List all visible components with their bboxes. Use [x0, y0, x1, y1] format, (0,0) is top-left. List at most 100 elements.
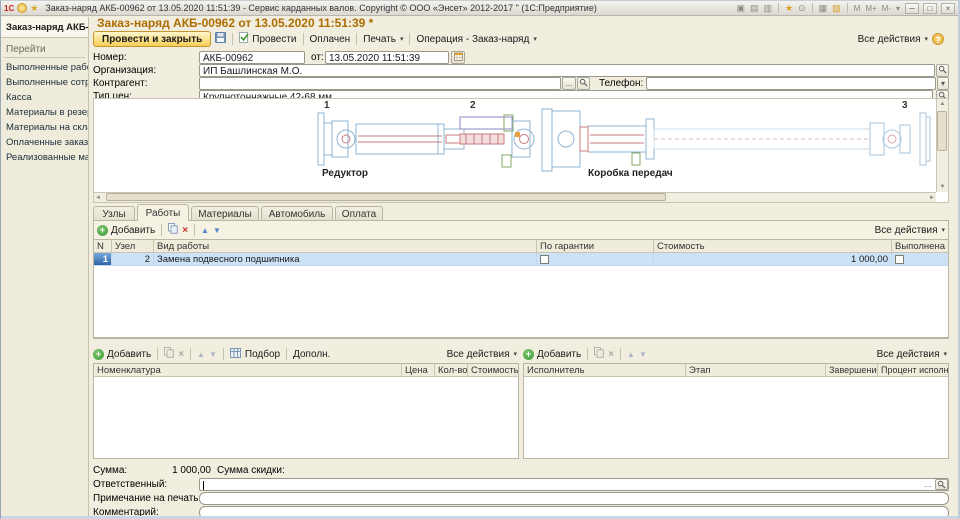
post-button[interactable]: Провести [239, 32, 296, 46]
picture-hscroll-thumb[interactable] [106, 193, 666, 201]
tab-nodes[interactable]: Узлы [93, 206, 135, 221]
tab-materials[interactable]: Материалы [191, 206, 259, 221]
responsible-lookup-button[interactable] [935, 479, 948, 490]
memory-minus-button[interactable]: М- [881, 4, 892, 13]
warranty-cell[interactable] [537, 253, 654, 265]
number-field[interactable]: АКБ-00962 [199, 51, 305, 64]
works-all-actions-button[interactable]: Все действия ▾ [875, 225, 945, 236]
delete-icon[interactable]: × [182, 225, 188, 236]
chevron-down-icon: ▾ [941, 226, 945, 234]
executors-all-actions-label: Все действия [877, 349, 940, 360]
materials-all-actions-button[interactable]: Все действия ▾ [447, 349, 517, 360]
cost-cell[interactable]: 1 000,00 [654, 253, 892, 265]
move-up-icon[interactable]: ▲ [197, 350, 205, 359]
restore-button[interactable]: □ [923, 3, 937, 14]
work-type-cell[interactable]: Замена подвесного подшипника [154, 253, 537, 265]
tab-vehicle[interactable]: Автомобиль [261, 206, 333, 221]
phone-dropdown-button[interactable]: ▾ [937, 77, 949, 90]
add-icon: + [523, 349, 534, 360]
pick-grid-icon[interactable] [230, 348, 241, 361]
move-down-icon[interactable]: ▼ [639, 350, 647, 359]
copy-icon[interactable] [168, 223, 178, 237]
magnifier-icon [938, 65, 947, 77]
row-number-cell[interactable]: 1 [94, 253, 112, 265]
operation-label: Операция - Заказ-наряд [416, 34, 529, 45]
sidebar-window-tab[interactable]: Заказ-наряд АКБ-009... [1, 17, 88, 38]
pick-button[interactable]: Подбор [245, 349, 280, 360]
memory-plus-button[interactable]: М+ [864, 4, 877, 13]
close-button[interactable]: × [941, 3, 955, 14]
paid-button[interactable]: Оплачен [310, 34, 351, 45]
print-note-field[interactable] [199, 492, 949, 505]
sidebar-item-cash[interactable]: Касса [1, 90, 88, 105]
col-header-executor: Исполнитель [524, 364, 686, 376]
done-cell[interactable] [892, 253, 948, 265]
operation-menu-button[interactable]: Операция - Заказ-наряд ▾ [416, 34, 536, 45]
titlebar-more-icon[interactable]: ▾ [895, 4, 901, 13]
warranty-checkbox[interactable] [540, 255, 549, 264]
col-header-nomenclature: Номенклатура [94, 364, 402, 376]
date-picker-button[interactable] [451, 51, 465, 64]
tab-works[interactable]: Работы [137, 204, 189, 221]
copy-icon[interactable] [594, 347, 604, 361]
memory-button[interactable]: М [853, 4, 862, 13]
save-icon[interactable] [215, 32, 226, 46]
sidebar: Заказ-наряд АКБ-009... Перейти Выполненн… [1, 17, 89, 516]
tab-payment[interactable]: Оплата [335, 206, 383, 221]
table-row[interactable]: 1 2 Замена подвесного подшипника 1 000,0… [94, 253, 948, 266]
sidebar-item-reserved-materials[interactable]: Материалы в резерве [1, 105, 88, 120]
responsible-field[interactable] [199, 478, 949, 491]
organization-lookup-button[interactable] [936, 64, 949, 77]
sidebar-item-paid-orders[interactable]: Оплаченные заказ-наряды [1, 135, 88, 150]
sidebar-item-completed-by-employees[interactable]: Выполненные сотрудника... [1, 75, 88, 90]
responsible-choose-button[interactable]: ... [922, 479, 934, 490]
add-favorite-icon[interactable]: ★ [784, 3, 794, 14]
magnifier-icon [937, 480, 946, 492]
extra-button[interactable]: Дополн. [293, 349, 330, 360]
minimize-button[interactable]: ─ [905, 3, 919, 14]
node-cell[interactable]: 2 [112, 253, 154, 265]
save-icon[interactable]: ▣ [735, 3, 746, 14]
print-menu-button[interactable]: Печать ▾ [363, 34, 403, 45]
materials-add-button[interactable]: + Добавить [93, 349, 151, 360]
scroll-down-icon[interactable]: ▼ [940, 183, 946, 191]
phone-field[interactable] [646, 77, 936, 90]
home-button[interactable] [17, 3, 27, 13]
sidebar-item-completed-works[interactable]: Выполненные работы [1, 60, 88, 75]
contragent-field[interactable] [199, 77, 561, 90]
date-field[interactable]: 13.05.2020 11:51:39 [325, 51, 449, 64]
page-title: Заказ-наряд АКБ-00962 от 13.05.2020 11:5… [97, 16, 373, 30]
print-preview-icon[interactable]: ▥ [762, 3, 773, 14]
print-icon[interactable]: ▤ [749, 3, 760, 14]
post-document-icon [239, 32, 249, 46]
contragent-lookup-button[interactable] [577, 77, 590, 90]
help-icon[interactable]: ? [932, 33, 944, 45]
all-actions-button[interactable]: Все действия ▾ [858, 34, 928, 45]
col-header-cost: Стоимость [654, 240, 892, 252]
contragent-choose-button[interactable]: ... [562, 77, 576, 90]
picture-vscroll-thumb[interactable] [937, 111, 947, 151]
driveshaft-picture[interactable]: 1 2 3 [93, 98, 949, 203]
history-icon[interactable]: ⊙ [797, 3, 807, 14]
sidebar-item-sold-materials[interactable]: Реализованные материалы [1, 150, 88, 165]
done-checkbox[interactable] [895, 255, 904, 264]
organization-field[interactable]: ИП Башлинская М.О. [199, 64, 935, 77]
executors-add-button[interactable]: + Добавить [523, 349, 581, 360]
scroll-left-icon[interactable]: ◄ [95, 194, 101, 202]
move-down-icon[interactable]: ▼ [209, 350, 217, 359]
post-and-close-button[interactable]: Провести и закрыть [93, 31, 211, 47]
executors-all-actions-button[interactable]: Все действия ▾ [877, 349, 947, 360]
scroll-up-icon[interactable]: ▲ [940, 100, 946, 108]
move-up-icon[interactable]: ▲ [627, 350, 635, 359]
scroll-right-icon[interactable]: ► [929, 194, 935, 202]
move-up-icon[interactable]: ▲ [201, 226, 209, 235]
works-add-button[interactable]: + Добавить [97, 225, 155, 236]
favorites-star-icon[interactable]: ★ [30, 3, 38, 13]
calculator-icon[interactable]: ▦ [818, 3, 829, 14]
sidebar-item-stock-materials[interactable]: Материалы на складе [1, 120, 88, 135]
move-down-icon[interactable]: ▼ [213, 226, 221, 235]
copy-icon[interactable] [164, 347, 174, 361]
delete-icon[interactable]: × [608, 349, 614, 360]
calendar-icon[interactable]: ▧ [831, 3, 842, 14]
delete-icon[interactable]: × [178, 349, 184, 360]
